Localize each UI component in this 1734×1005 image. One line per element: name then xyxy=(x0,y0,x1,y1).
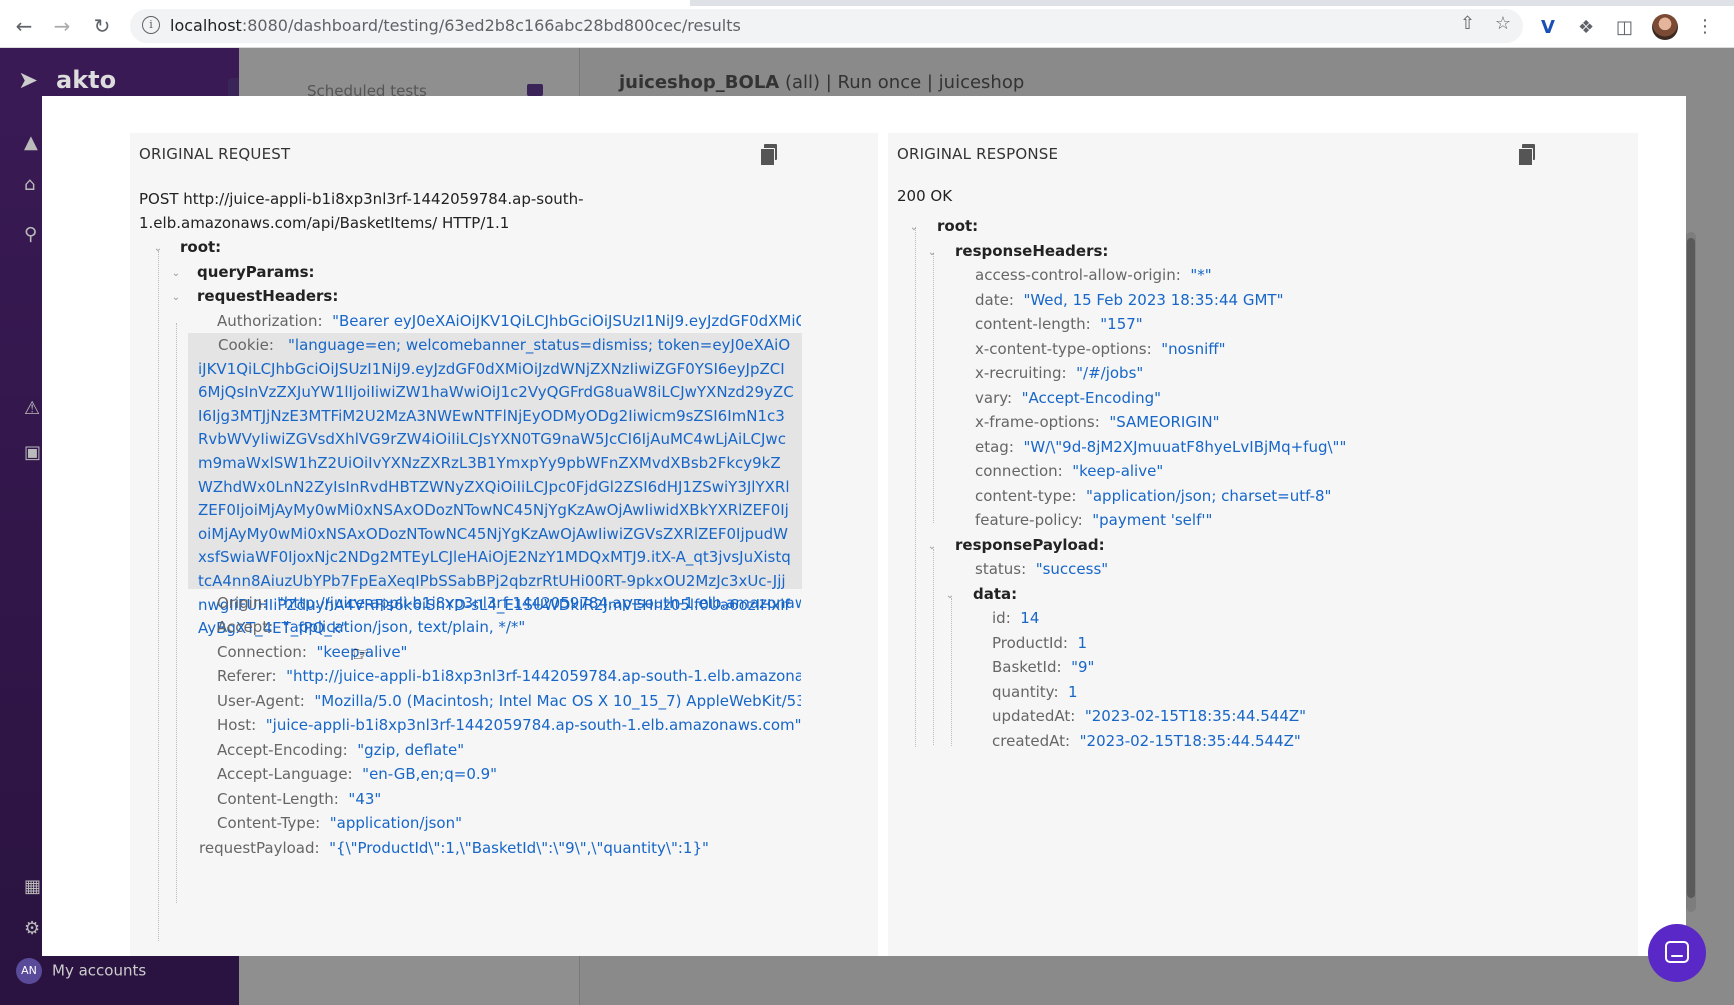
header-row: date: "Wed, 15 Feb 2023 18:35:44 GMT" xyxy=(975,291,1284,309)
header-row: vary: "Accept-Encoding" xyxy=(975,389,1162,407)
root-key: root: xyxy=(180,238,222,256)
header-row: Origin: "http://juice-appli-b1i8xp3nl3rf… xyxy=(217,594,801,612)
header-row: Accept: "application/json, text/plain, *… xyxy=(217,618,526,636)
hand-cursor-icon: ☞ xyxy=(352,642,370,666)
header-row: Host: "juice-appli-b1i8xp3nl3rf-14420597… xyxy=(217,716,801,734)
profile-avatar[interactable] xyxy=(1652,14,1678,40)
data-row: updatedAt: "2023-02-15T18:35:44.544Z" xyxy=(992,707,1307,725)
book-icon[interactable]: ▣ xyxy=(24,442,44,463)
cookie-row-highlight: Cookie: "language=en; welcomebanner_statu… xyxy=(188,333,802,637)
header-row: etag: "W/\"9d-8jM2XJmuuatF8hyeLvIBjMq+fu… xyxy=(975,438,1347,456)
settings-icon[interactable]: ⚙ xyxy=(24,918,44,939)
data-key: data: xyxy=(973,585,1018,603)
avatar: AN xyxy=(16,958,42,984)
data-row: ProductId: 1 xyxy=(992,634,1088,652)
info-icon[interactable]: i xyxy=(142,16,160,34)
url-text[interactable]: localhost:8080/dashboard/testing/63ed2b8… xyxy=(170,16,741,35)
chat-support-button[interactable] xyxy=(1648,924,1706,982)
collapse-caret-icon[interactable]: ⌄ xyxy=(926,247,938,259)
header-row: connection: "keep-alive" xyxy=(975,462,1164,480)
akto-logo-icon: ➤ xyxy=(18,66,39,94)
response-headers-key: responseHeaders: xyxy=(955,242,1109,260)
header-row: Accept-Encoding: "gzip, deflate" xyxy=(217,741,465,759)
root-key: root: xyxy=(937,217,979,235)
collapse-caret-icon[interactable]: ⌄ xyxy=(944,590,956,602)
reload-icon[interactable]: ↻ xyxy=(88,12,116,40)
star-icon[interactable]: ☆ xyxy=(1495,13,1511,34)
run-title: juiceshop_BOLA (all) | Run once | juices… xyxy=(619,72,1025,93)
address-bar[interactable]: i localhost:8080/dashboard/testing/63ed2… xyxy=(130,9,1523,43)
scrollbar-thumb[interactable] xyxy=(1687,238,1695,898)
request-tree: ⌄ root: ⌄ queryParams: ⌄ requestHeaders:… xyxy=(130,133,878,956)
header-row: x-content-type-options: "nosniff" xyxy=(975,340,1226,358)
header-row: content-type: "application/json; charset… xyxy=(975,487,1332,505)
chat-icon xyxy=(1665,941,1689,963)
header-row: Authorization: "Bearer eyJ0eXAiOiJKV1QiL… xyxy=(217,312,801,330)
extension-v-icon[interactable]: V xyxy=(1541,17,1555,38)
app-logo: akto xyxy=(56,66,117,94)
browser-toolbar: ← → ↻ i localhost:8080/dashboard/testing… xyxy=(0,6,1734,48)
share-icon[interactable]: ⇧ xyxy=(1460,13,1475,34)
data-row: id: 14 xyxy=(992,609,1040,627)
collapse-caret-icon[interactable]: ⌄ xyxy=(926,541,938,553)
header-row: feature-policy: "payment 'self'" xyxy=(975,511,1213,529)
data-row: createdAt: "2023-02-15T18:35:44.544Z" xyxy=(992,732,1301,750)
data-row: quantity: 1 xyxy=(992,683,1078,701)
collapse-caret-icon[interactable]: ⌄ xyxy=(170,292,182,304)
response-tree: ⌄ root: ⌄ responseHeaders: access-contro… xyxy=(888,133,1638,956)
request-response-modal: ORIGINAL REQUEST POST http://juice-appli… xyxy=(42,96,1686,956)
scrollbar[interactable] xyxy=(1686,232,1696,912)
search-icon[interactable]: ⚲ xyxy=(24,224,44,245)
header-row: Connection: "keep-alive" xyxy=(217,643,408,661)
collapse-caret-icon[interactable]: ⌄ xyxy=(152,243,164,255)
tab-indicator xyxy=(527,84,543,96)
menu-dots-icon[interactable]: ⋮ xyxy=(1696,16,1714,37)
thumbs-up-icon[interactable]: ▲ xyxy=(24,132,44,153)
back-icon[interactable]: ← xyxy=(10,12,38,40)
collapse-caret-icon[interactable]: ⌄ xyxy=(170,268,182,280)
home-icon[interactable]: ⌂ xyxy=(24,174,44,195)
original-response-panel: ORIGINAL RESPONSE 200 OK ⌄ root: ⌄ respo… xyxy=(888,133,1638,956)
query-params-key: queryParams: xyxy=(197,263,315,281)
my-accounts[interactable]: AN My accounts xyxy=(16,958,146,984)
gift-icon[interactable]: ▦ xyxy=(24,876,44,897)
header-row: Content-Type: "application/json" xyxy=(217,814,463,832)
forward-icon[interactable]: → xyxy=(48,12,76,40)
request-payload-row: requestPayload: "{\"ProductId\":1,\"Bask… xyxy=(199,839,709,857)
response-payload-key: responsePayload: xyxy=(955,536,1105,554)
original-request-panel: ORIGINAL REQUEST POST http://juice-appli… xyxy=(130,133,878,956)
collapse-caret-icon[interactable]: ⌄ xyxy=(908,222,920,234)
data-row: BasketId: "9" xyxy=(992,658,1095,676)
header-row: Referer: "http://juice-appli-b1i8xp3nl3r… xyxy=(217,667,801,685)
header-row: User-Agent: "Mozilla/5.0 (Macintosh; Int… xyxy=(217,692,801,710)
sidepanel-icon[interactable]: ◫ xyxy=(1616,17,1633,38)
header-row: Accept-Language: "en-GB,en;q=0.9" xyxy=(217,765,498,783)
header-row: access-control-allow-origin: "*" xyxy=(975,266,1212,284)
payload-row: status: "success" xyxy=(975,560,1109,578)
request-headers-key: requestHeaders: xyxy=(197,287,339,305)
header-row: Content-Length: "43" xyxy=(217,790,382,808)
puzzle-icon[interactable]: ❖ xyxy=(1578,17,1594,38)
warning-icon[interactable]: ⚠ xyxy=(24,398,44,419)
header-row: x-frame-options: "SAMEORIGIN" xyxy=(975,413,1220,431)
header-row: x-recruiting: "/#/jobs" xyxy=(975,364,1144,382)
header-row: content-length: "157" xyxy=(975,315,1143,333)
